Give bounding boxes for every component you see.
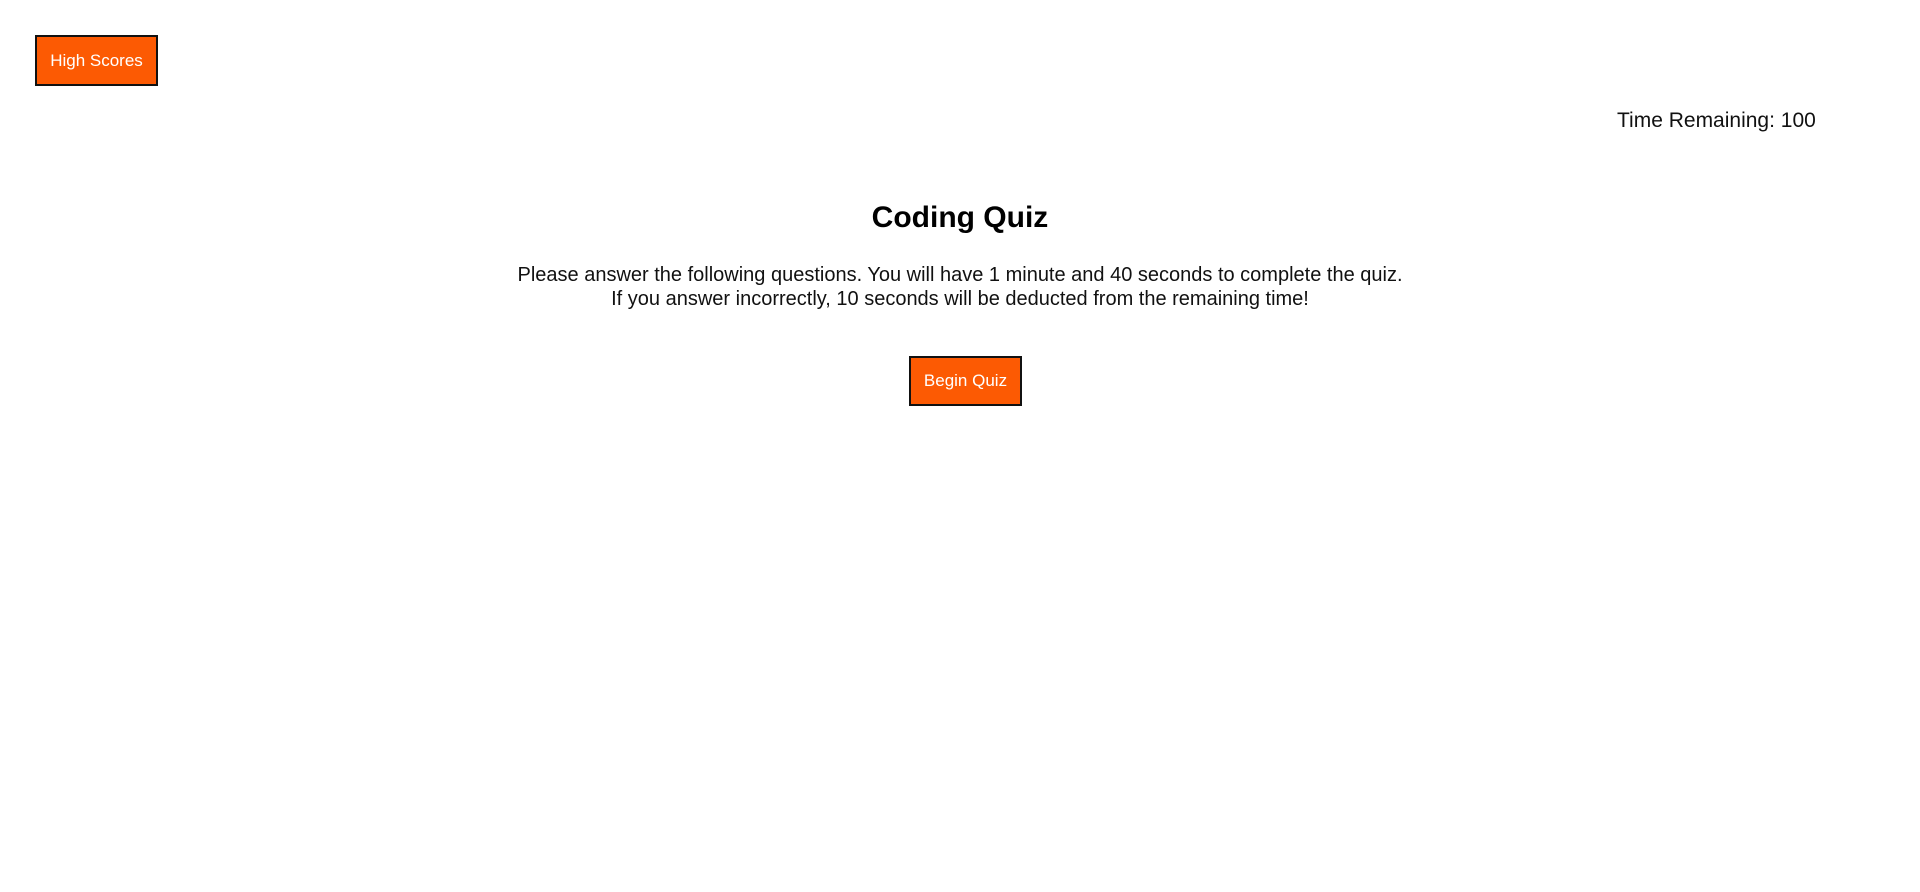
quiz-description: Please answer the following questions. Y… — [0, 263, 1920, 311]
time-remaining: Time Remaining: 100 — [1617, 109, 1816, 133]
high-scores-button[interactable]: High Scores — [35, 35, 158, 86]
page-title: Coding Quiz — [871, 201, 1049, 234]
time-remaining-value: 100 — [1780, 109, 1816, 132]
description-line-2: If you answer incorrectly, 10 seconds wi… — [611, 288, 1309, 310]
time-remaining-label: Time Remaining: — [1617, 109, 1781, 132]
description-line-1: Please answer the following questions. Y… — [517, 264, 1403, 286]
begin-quiz-button[interactable]: Begin Quiz — [909, 356, 1022, 406]
